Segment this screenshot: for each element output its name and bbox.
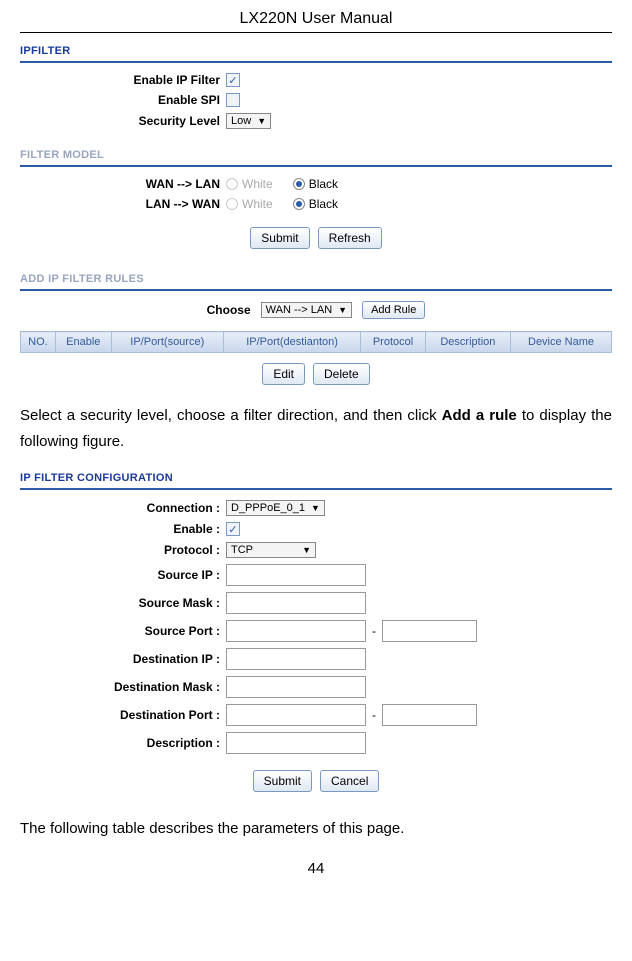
lan-wan-black-radio[interactable]	[293, 198, 305, 210]
chevron-down-icon: ▼	[338, 305, 347, 315]
security-level-label: Security Level	[20, 114, 220, 128]
connection-value: D_PPPoE_0_1	[231, 502, 305, 514]
protocol-value: TCP	[231, 544, 253, 556]
description-label: Description :	[20, 736, 220, 750]
wan-lan-label: WAN --> LAN	[20, 177, 220, 191]
add-rules-section-title: ADD IP FILTER RULES	[20, 273, 612, 285]
source-port-to-input[interactable]	[382, 620, 477, 642]
filter-model-section-title: FILTER MODEL	[20, 149, 612, 161]
page-number: 44	[20, 860, 612, 877]
col-device: Device Name	[511, 332, 612, 353]
white-label: White	[242, 197, 273, 211]
enable-ip-filter-checkbox[interactable]: ✓	[226, 73, 240, 87]
col-desc: Description	[425, 332, 510, 353]
lan-wan-white-radio[interactable]	[226, 198, 238, 210]
enable-checkbox[interactable]: ✓	[226, 522, 240, 536]
enable-spi-label: Enable SPI	[20, 93, 220, 107]
instruction-paragraph-2: The following table describes the parame…	[20, 816, 612, 842]
choose-direction-value: WAN --> LAN	[266, 304, 333, 316]
refresh-button[interactable]: Refresh	[318, 227, 382, 249]
page-header: LX220N User Manual	[20, 10, 612, 33]
source-port-from-input[interactable]	[226, 620, 366, 642]
dest-port-to-input[interactable]	[382, 704, 477, 726]
dest-ip-label: Destination IP :	[20, 652, 220, 666]
ipfilter-section-title: IPFILTER	[20, 45, 612, 57]
add-rule-button[interactable]: Add Rule	[362, 301, 425, 319]
description-input[interactable]	[226, 732, 366, 754]
wan-lan-white-radio[interactable]	[226, 178, 238, 190]
dest-mask-label: Destination Mask :	[20, 680, 220, 694]
enable-spi-checkbox[interactable]	[226, 93, 240, 107]
divider	[20, 289, 612, 291]
choose-label: Choose	[207, 303, 251, 317]
wan-lan-black-radio[interactable]	[293, 178, 305, 190]
enable-ip-filter-label: Enable IP Filter	[20, 73, 220, 87]
divider	[20, 61, 612, 63]
rules-table: NO. Enable IP/Port(source) IP/Port(desti…	[20, 331, 612, 353]
submit-button[interactable]: Submit	[253, 770, 312, 792]
dash: -	[372, 624, 376, 638]
black-label: Black	[309, 197, 338, 211]
connection-label: Connection :	[20, 501, 220, 515]
protocol-label: Protocol :	[20, 543, 220, 557]
source-ip-input[interactable]	[226, 564, 366, 586]
security-level-value: Low	[231, 115, 251, 127]
source-ip-label: Source IP :	[20, 568, 220, 582]
enable-label: Enable :	[20, 522, 220, 536]
col-no: NO.	[21, 332, 56, 353]
ip-filter-config-section-title: IP FILTER CONFIGURATION	[20, 472, 612, 484]
ip-filter-config-form: Connection : D_PPPoE_0_1 ▼ Enable : ✓ Pr…	[20, 500, 612, 796]
divider	[20, 488, 612, 490]
dest-ip-input[interactable]	[226, 648, 366, 670]
choose-direction-select[interactable]: WAN --> LAN ▼	[261, 302, 352, 318]
dest-port-from-input[interactable]	[226, 704, 366, 726]
dest-mask-input[interactable]	[226, 676, 366, 698]
source-port-label: Source Port :	[20, 624, 220, 638]
protocol-select[interactable]: TCP ▼	[226, 542, 316, 558]
chevron-down-icon: ▼	[311, 503, 320, 513]
divider	[20, 165, 612, 167]
submit-button[interactable]: Submit	[250, 227, 309, 249]
cancel-button[interactable]: Cancel	[320, 770, 379, 792]
lan-wan-label: LAN --> WAN	[20, 197, 220, 211]
security-level-select[interactable]: Low ▼	[226, 113, 271, 129]
filter-model-form: WAN --> LAN White Black LAN --> WAN Whit…	[20, 177, 612, 253]
dash: -	[372, 708, 376, 722]
delete-button[interactable]: Delete	[313, 363, 370, 385]
col-protocol: Protocol	[361, 332, 425, 353]
instruction-paragraph-1: Select a security level, choose a filter…	[20, 403, 612, 454]
ipfilter-form: Enable IP Filter ✓ Enable SPI Security L…	[20, 73, 612, 129]
source-mask-input[interactable]	[226, 592, 366, 614]
edit-button[interactable]: Edit	[262, 363, 305, 385]
col-enable: Enable	[55, 332, 111, 353]
col-dest: IP/Port(destianton)	[223, 332, 360, 353]
col-source: IP/Port(source)	[111, 332, 223, 353]
chevron-down-icon: ▼	[302, 545, 311, 555]
chevron-down-icon: ▼	[257, 116, 266, 126]
dest-port-label: Destination Port :	[20, 708, 220, 722]
source-mask-label: Source Mask :	[20, 596, 220, 610]
white-label: White	[242, 177, 273, 191]
black-label: Black	[309, 177, 338, 191]
connection-select[interactable]: D_PPPoE_0_1 ▼	[226, 500, 325, 516]
